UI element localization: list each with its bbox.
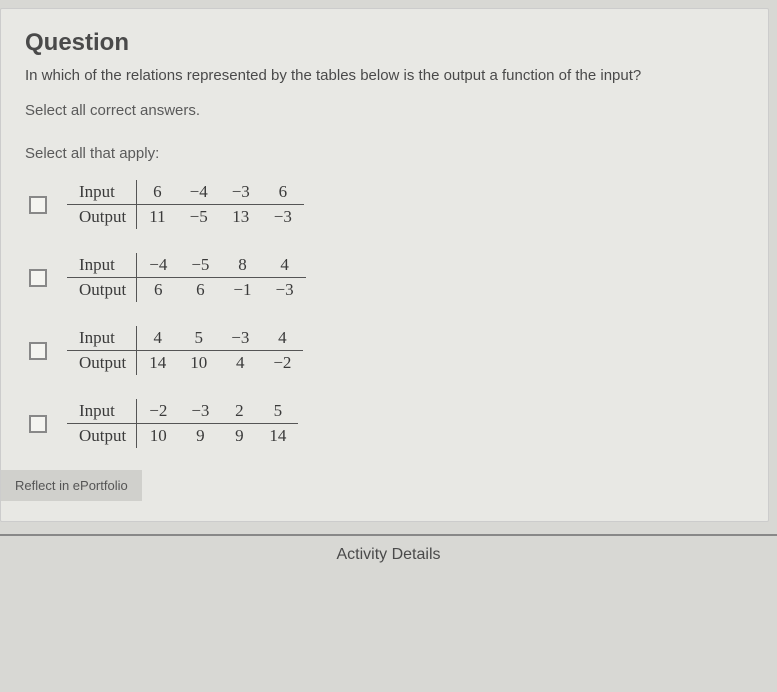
input-label: Input <box>67 180 137 205</box>
cell: 5 <box>178 326 219 351</box>
cell: −3 <box>262 205 304 230</box>
output-label: Output <box>67 205 137 230</box>
cell: 14 <box>257 424 298 449</box>
cell: 4 <box>261 326 303 351</box>
options-container: Input 6 −4 −3 6 Output 11 −5 13 −3 <box>25 180 744 448</box>
cell: 9 <box>221 424 257 449</box>
cell: −3 <box>220 180 262 205</box>
cell: 2 <box>221 399 257 424</box>
cell: −3 <box>179 399 221 424</box>
cell: 13 <box>220 205 262 230</box>
cell: 14 <box>137 351 179 376</box>
cell: −3 <box>264 278 306 303</box>
relation-table-1: Input 6 −4 −3 6 Output 11 −5 13 −3 <box>67 180 304 229</box>
question-title: Question <box>25 29 744 57</box>
cell: −5 <box>178 205 220 230</box>
checkbox-4[interactable] <box>29 415 47 433</box>
cell: −1 <box>221 278 263 303</box>
relation-table-3: Input 4 5 −3 4 Output 14 10 4 −2 <box>67 326 303 375</box>
cell: −3 <box>219 326 261 351</box>
relation-table-4: Input −2 −3 2 5 Output 10 9 9 14 <box>67 399 298 448</box>
cell: −4 <box>137 253 180 278</box>
output-label: Output <box>67 278 137 303</box>
option-3: Input 4 5 −3 4 Output 14 10 4 −2 <box>29 326 744 375</box>
cell: 10 <box>137 424 180 449</box>
reflect-button[interactable]: Reflect in ePortfolio <box>1 470 142 501</box>
checkbox-1[interactable] <box>29 196 47 214</box>
cell: 10 <box>178 351 219 376</box>
input-label: Input <box>67 253 137 278</box>
cell: −2 <box>261 351 303 376</box>
cell: 6 <box>179 278 221 303</box>
cell: 9 <box>179 424 221 449</box>
cell: 6 <box>137 180 178 205</box>
cell: −4 <box>178 180 220 205</box>
input-label: Input <box>67 326 137 351</box>
input-label: Input <box>67 399 137 424</box>
activity-details-heading: Activity Details <box>0 536 777 574</box>
cell: 4 <box>137 326 179 351</box>
relation-table-2: Input −4 −5 8 4 Output 6 6 −1 −3 <box>67 253 306 302</box>
cell: 8 <box>221 253 263 278</box>
cell: −5 <box>179 253 221 278</box>
cell: 5 <box>257 399 298 424</box>
option-4: Input −2 −3 2 5 Output 10 9 9 14 <box>29 399 744 448</box>
cell: 6 <box>262 180 304 205</box>
question-prompt: In which of the relations represented by… <box>25 67 744 84</box>
instruction-text: Select all correct answers. <box>25 102 744 119</box>
cell: 11 <box>137 205 178 230</box>
option-1: Input 6 −4 −3 6 Output 11 −5 13 −3 <box>29 180 744 229</box>
output-label: Output <box>67 424 137 449</box>
output-label: Output <box>67 351 137 376</box>
checkbox-3[interactable] <box>29 342 47 360</box>
select-all-label: Select all that apply: <box>25 145 744 162</box>
checkbox-2[interactable] <box>29 269 47 287</box>
question-panel: Question In which of the relations repre… <box>0 8 769 522</box>
cell: 4 <box>264 253 306 278</box>
option-2: Input −4 −5 8 4 Output 6 6 −1 −3 <box>29 253 744 302</box>
cell: 4 <box>219 351 261 376</box>
cell: −2 <box>137 399 180 424</box>
cell: 6 <box>137 278 180 303</box>
